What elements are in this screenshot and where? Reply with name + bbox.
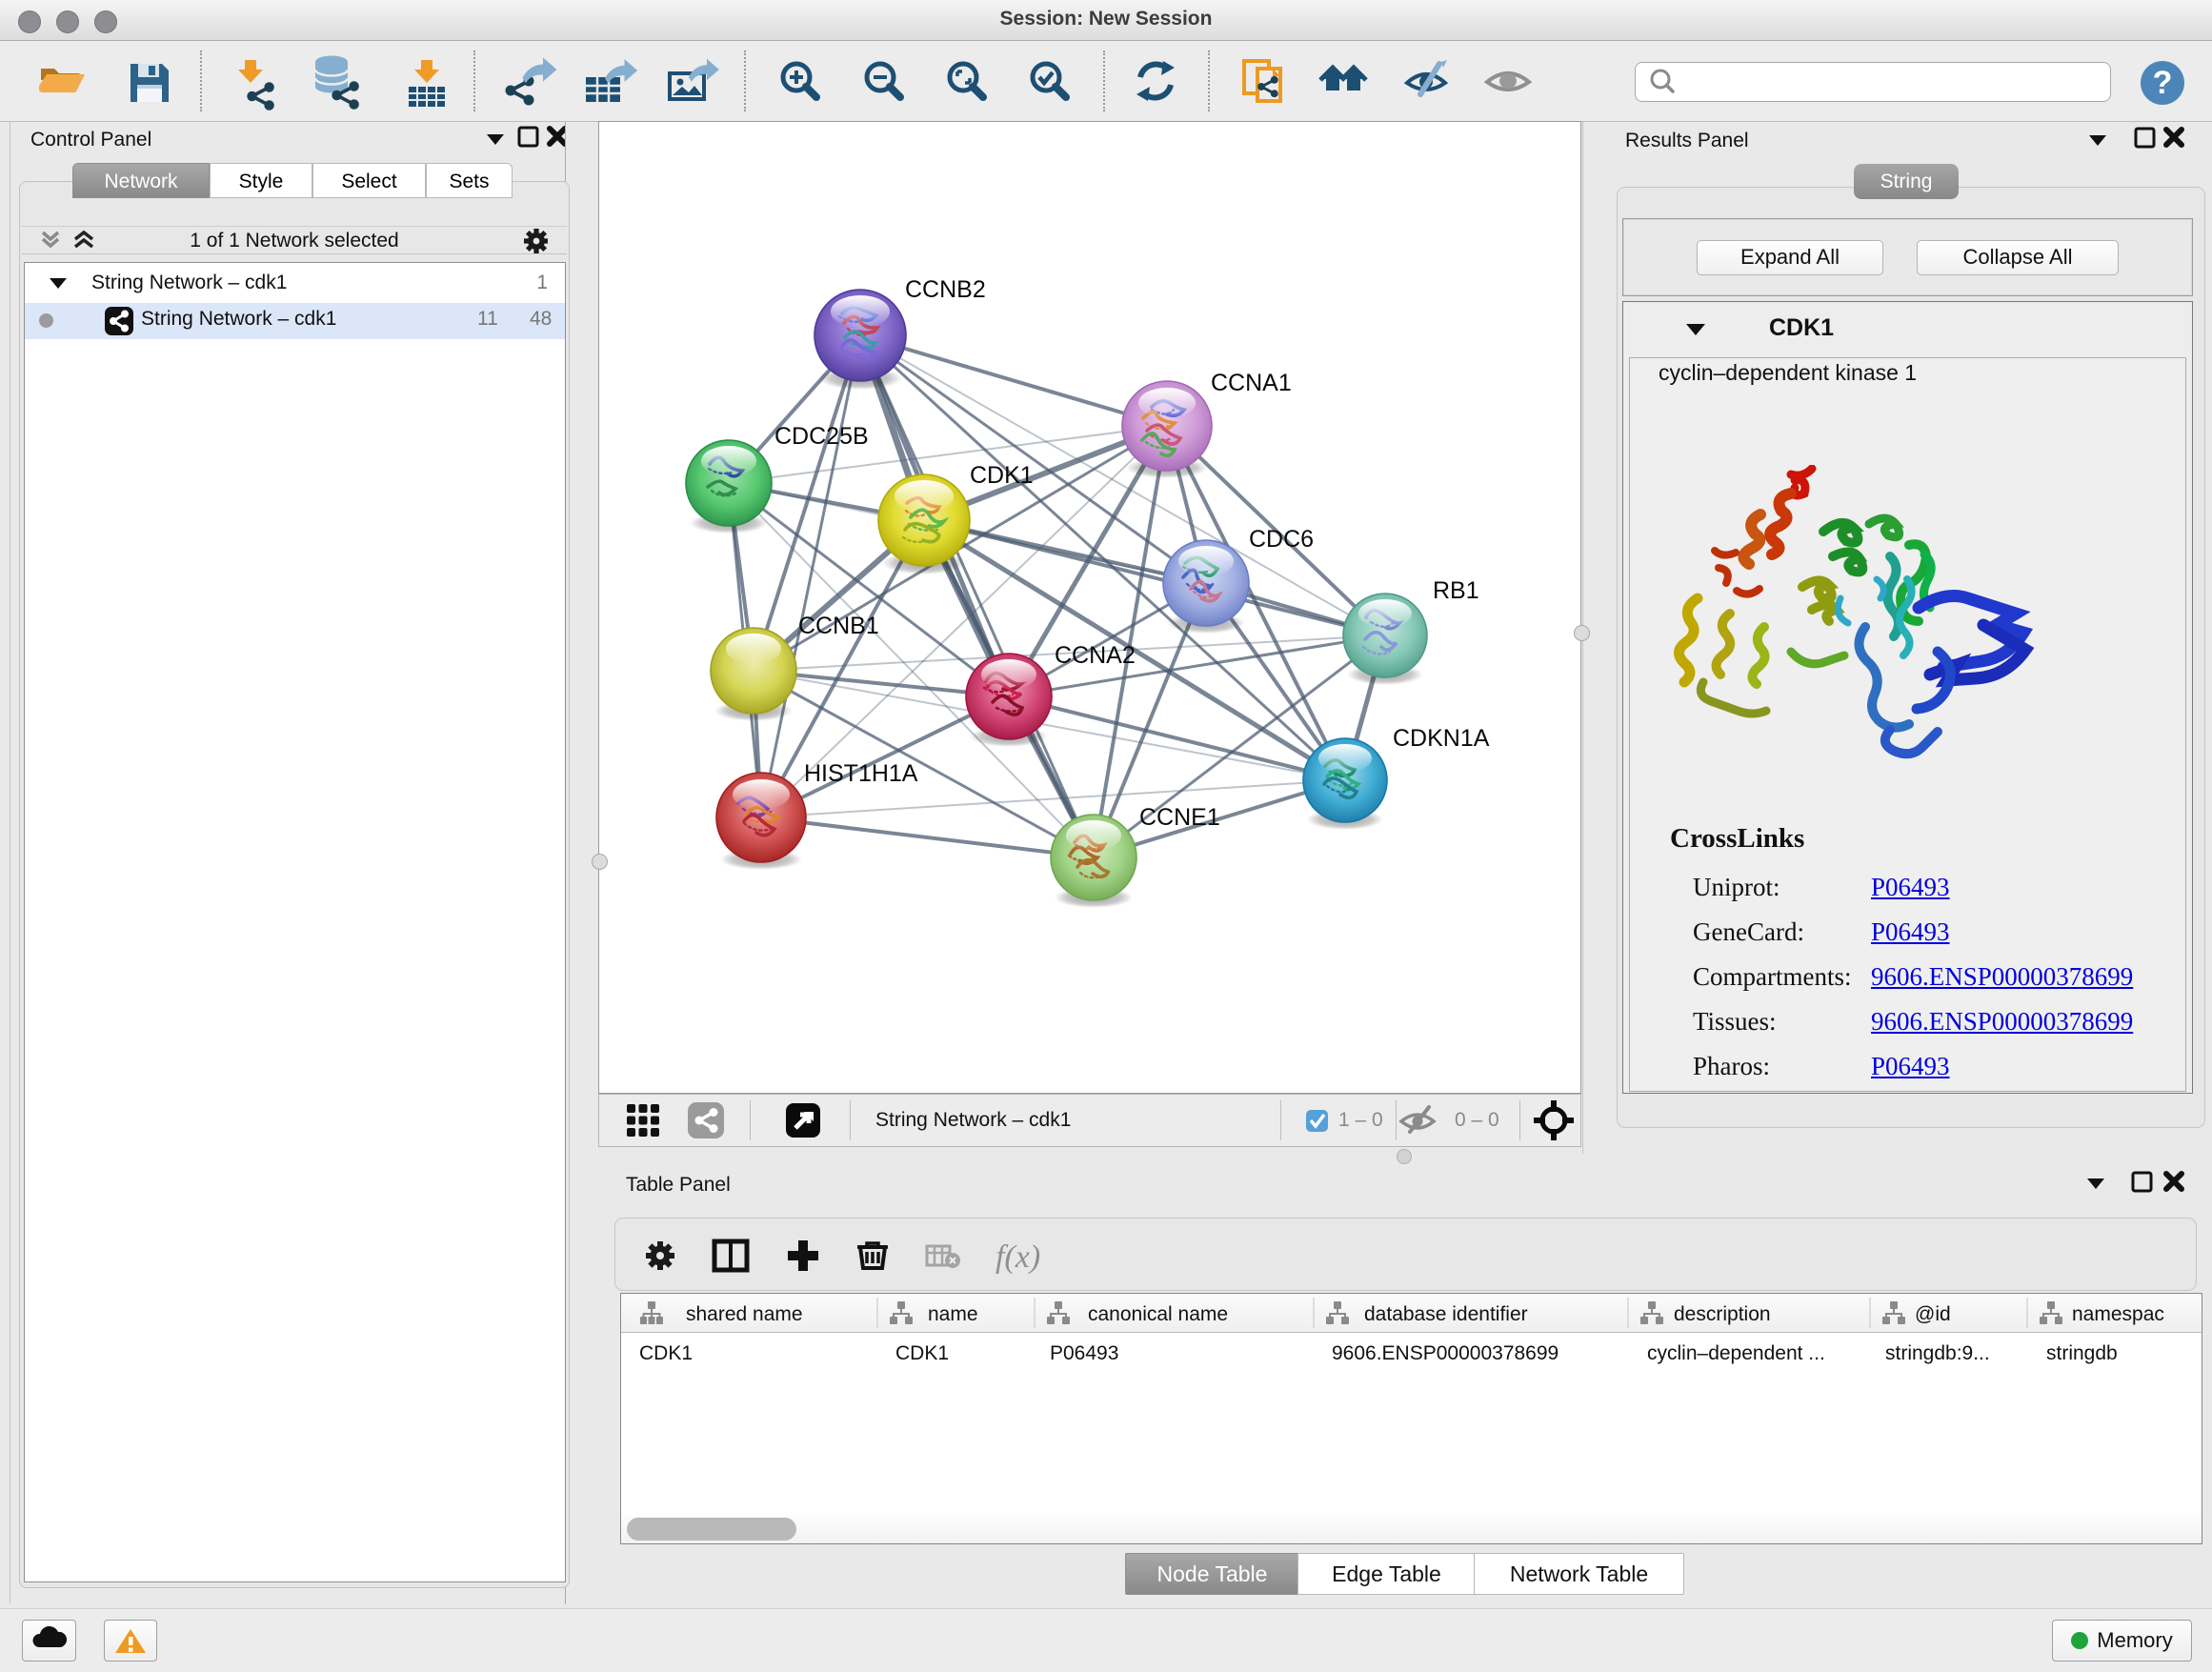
- svg-text:CDK1: CDK1: [970, 462, 1034, 489]
- svg-text:CCNB2: CCNB2: [905, 276, 986, 303]
- svg-text:namespac: namespac: [2072, 1303, 2164, 1325]
- svg-text:f(x): f(x): [995, 1239, 1040, 1275]
- svg-text:CDC25B: CDC25B: [774, 423, 869, 450]
- svg-text:RB1: RB1: [1433, 577, 1479, 604]
- svg-text:database identifier: database identifier: [1364, 1303, 1528, 1325]
- svg-text:name: name: [928, 1303, 978, 1325]
- svg-text:CCNA2: CCNA2: [1055, 642, 1136, 669]
- svg-text:CCNB1: CCNB1: [798, 613, 879, 639]
- svg-text:CDC6: CDC6: [1249, 526, 1314, 553]
- svg-text:canonical name: canonical name: [1088, 1303, 1228, 1325]
- svg-text:CCNA1: CCNA1: [1211, 370, 1292, 396]
- svg-text:@id: @id: [1915, 1303, 1951, 1325]
- svg-text:shared name: shared name: [686, 1303, 803, 1325]
- svg-text:description: description: [1674, 1303, 1771, 1325]
- svg-text:HIST1H1A: HIST1H1A: [804, 760, 918, 787]
- svg-text:?: ?: [2153, 65, 2173, 101]
- svg-text:CCNE1: CCNE1: [1139, 804, 1220, 831]
- svg-text:CDKN1A: CDKN1A: [1393, 725, 1490, 752]
